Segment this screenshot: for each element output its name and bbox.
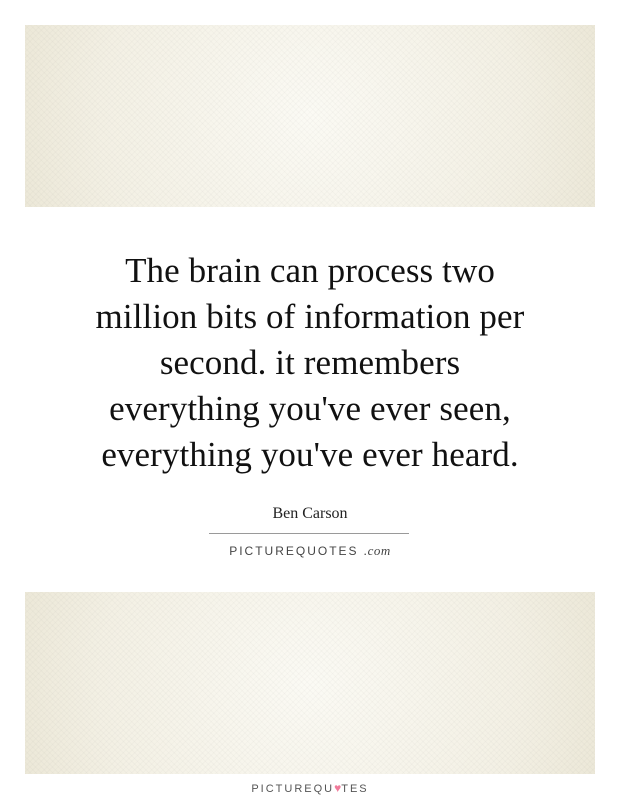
quote-author: Ben Carson <box>272 505 348 522</box>
footer-brand-start: PICTUREQU <box>251 783 335 795</box>
author-divider <box>209 533 409 534</box>
footer-brand-end: TES <box>341 783 369 795</box>
decorative-panel-bottom <box>25 592 595 774</box>
quote-line: everything you've ever seen, <box>109 389 511 428</box>
quote-line: second. it remembers <box>159 343 461 382</box>
quote-text: The brain can process two million bits o… <box>30 248 590 478</box>
quote-line: everything you've ever heard. <box>101 435 519 474</box>
watermark-suffix: .com <box>363 543 391 558</box>
decorative-panel-top <box>25 25 595 207</box>
watermark-brand: PICTUREQUOTES <box>229 544 359 558</box>
footer-logo[interactable]: PICTUREQU♥TES <box>0 781 620 795</box>
watermark-logo: PICTUREQUOTES .com <box>0 543 620 559</box>
quote-line: million bits of information per <box>95 297 525 336</box>
quote-line: The brain can process two <box>125 251 495 290</box>
